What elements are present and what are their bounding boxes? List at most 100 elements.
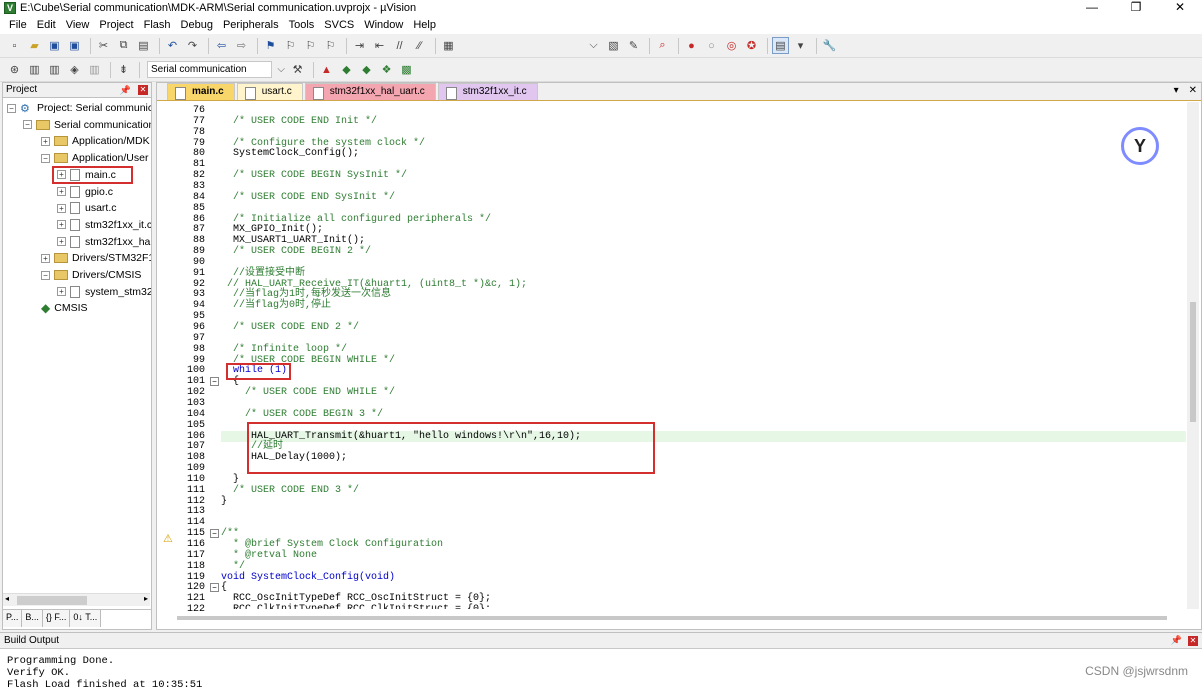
expand-icon[interactable]: + <box>57 237 66 247</box>
editor-tab-usart-c[interactable]: usart.c <box>236 83 303 100</box>
collapse-icon[interactable]: − <box>41 270 50 280</box>
tree-item[interactable]: + stm32f1xx_ha <box>57 234 150 250</box>
code-line[interactable]: //设置接受中断 <box>221 268 1186 279</box>
code-line[interactable]: RCC_ClkInitTypeDef RCC_ClkInitStruct = {… <box>221 604 1186 609</box>
code-line[interactable]: MX_GPIO_Init(); <box>221 224 1186 235</box>
restore-button[interactable]: ❐ <box>1114 0 1158 16</box>
expand-icon[interactable]: + <box>57 287 66 297</box>
tree-item[interactable]: − Serial communication <box>23 117 151 133</box>
open-folder-icon[interactable]: ▰ <box>26 37 43 54</box>
minimize-button[interactable]: — <box>1070 0 1114 16</box>
code-line[interactable]: { <box>221 376 1186 387</box>
editor-vertical-scrollbar[interactable] <box>1187 102 1199 609</box>
tree-item[interactable]: ◆ CMSIS <box>41 300 88 316</box>
configure-wrench-icon[interactable]: 🔧 <box>821 37 838 54</box>
code-line[interactable]: */ <box>221 561 1186 572</box>
editor-tab-main-c[interactable]: main.c <box>167 83 235 100</box>
code-line[interactable]: // HAL_UART_Receive_IT(&huart1, (uint8_t… <box>221 279 1186 290</box>
tree-item[interactable]: + usart.c <box>57 200 117 216</box>
redo-icon[interactable]: ↷ <box>184 37 201 54</box>
batch-build-icon[interactable]: ◈ <box>66 61 83 78</box>
code-line[interactable] <box>221 159 1186 170</box>
code-line[interactable]: /* USER CODE BEGIN WHILE */ <box>221 355 1186 366</box>
menu-item-window[interactable]: Window <box>359 19 408 31</box>
code-line[interactable]: /** <box>221 528 1186 539</box>
code-area[interactable]: /* USER CODE END Init */ /* Configure th… <box>221 102 1186 609</box>
code-line[interactable]: /* USER CODE END Init */ <box>221 116 1186 127</box>
comment-icon[interactable]: // <box>391 37 408 54</box>
copy-icon[interactable]: ⧉ <box>115 37 132 54</box>
code-line[interactable]: /* Configure the system clock */ <box>221 138 1186 149</box>
code-line[interactable]: //当flag为0时,停止 <box>221 300 1186 311</box>
collapse-icon[interactable]: − <box>41 153 50 163</box>
pin-icon[interactable]: 📌 <box>1171 633 1182 648</box>
target-select[interactable]: Serial communication <box>147 61 285 78</box>
undo-icon[interactable]: ↶ <box>164 37 181 54</box>
fold-toggle-icon[interactable]: − <box>210 377 219 387</box>
code-line[interactable]: /* USER CODE BEGIN SysInit */ <box>221 170 1186 181</box>
code-line[interactable] <box>221 105 1186 116</box>
tree-item[interactable]: + stm32f1xx_it.c <box>57 217 151 233</box>
scroll-left-icon[interactable]: ◂ <box>5 594 9 603</box>
code-line[interactable]: * @brief System Clock Configuration <box>221 539 1186 550</box>
close-button[interactable]: ✕ <box>1158 0 1202 16</box>
expand-icon[interactable]: + <box>57 203 66 213</box>
tree-item[interactable]: + Drivers/STM32F1x <box>41 250 151 266</box>
indent-icon[interactable]: ⇥ <box>351 37 368 54</box>
tab-list-icon[interactable]: ▾ <box>1174 85 1179 96</box>
tree-item[interactable]: + system_stm32 <box>57 284 151 300</box>
breakpoint-insert-icon[interactable]: ● <box>683 37 700 54</box>
project-panel-tab[interactable]: {} F... <box>42 610 71 627</box>
collapse-icon[interactable]: − <box>7 103 16 113</box>
tree-item[interactable]: − ⚙ Project: Serial communic <box>7 100 151 116</box>
code-line[interactable] <box>221 127 1186 138</box>
find-icon[interactable]: ▧ <box>605 37 622 54</box>
menu-item-view[interactable]: View <box>61 19 95 31</box>
code-line[interactable] <box>221 203 1186 214</box>
rebuild-icon[interactable]: ▥ <box>46 61 63 78</box>
editor-tab-stm32f1xx_hal_uart-c[interactable]: stm32f1xx_hal_uart.c <box>304 83 436 100</box>
fold-toggle-icon[interactable]: − <box>210 529 219 539</box>
menu-item-help[interactable]: Help <box>408 19 441 31</box>
scroll-thumb[interactable] <box>17 596 87 605</box>
software-packs-icon[interactable]: ▩ <box>398 61 415 78</box>
collapse-icon[interactable]: − <box>23 120 32 130</box>
unindent-icon[interactable]: ⇤ <box>371 37 388 54</box>
translate-icon[interactable]: ⊛ <box>6 61 23 78</box>
code-line[interactable] <box>221 517 1186 528</box>
stop-build-icon[interactable]: ▥ <box>86 61 103 78</box>
project-panel-tab[interactable]: P... <box>3 610 23 627</box>
code-line[interactable]: MX_USART1_UART_Init(); <box>221 235 1186 246</box>
menu-item-debug[interactable]: Debug <box>176 19 218 31</box>
code-line[interactable]: /* Infinite loop */ <box>221 344 1186 355</box>
dropdown-icon[interactable]: ⌵ <box>585 37 602 54</box>
close-panel-icon[interactable]: ✕ <box>1188 636 1198 646</box>
code-line[interactable]: * @retval None <box>221 550 1186 561</box>
menu-item-peripherals[interactable]: Peripherals <box>218 19 284 31</box>
bookmark-next-icon[interactable]: ⚐ <box>302 37 319 54</box>
assistant-floating-icon[interactable]: Y <box>1121 127 1159 165</box>
tree-item[interactable]: + Application/MDK <box>41 133 150 149</box>
horizontal-scroll-thumb[interactable] <box>177 616 1167 620</box>
pin-icon[interactable]: 📌 <box>120 83 131 97</box>
code-line[interactable]: } <box>221 496 1186 507</box>
code-line[interactable] <box>221 506 1186 517</box>
expand-icon[interactable]: + <box>57 187 66 196</box>
expand-icon[interactable]: + <box>41 253 50 263</box>
tree-item[interactable]: + gpio.c <box>57 184 113 200</box>
manage-rte-icon[interactable]: ◆ <box>338 61 355 78</box>
incremental-find-icon[interactable]: ✎ <box>625 37 642 54</box>
navigate-back-icon[interactable]: ⇦ <box>213 37 230 54</box>
code-line[interactable]: /* USER CODE END 3 */ <box>221 485 1186 496</box>
code-line[interactable]: /* USER CODE BEGIN 2 */ <box>221 246 1186 257</box>
bookmark-prev-icon[interactable]: ⚐ <box>282 37 299 54</box>
window-layout-dropdown-icon[interactable]: ▾ <box>792 37 809 54</box>
editor-tab-stm32f1xx_it-c[interactable]: stm32f1xx_it.c <box>437 83 538 100</box>
breakpoint-disable-all-icon[interactable]: ◎ <box>723 37 740 54</box>
fold-toggle-icon[interactable]: − <box>210 583 219 593</box>
code-line[interactable]: RCC_OscInitTypeDef RCC_OscInitStruct = {… <box>221 593 1186 604</box>
build-icon[interactable]: ▥ <box>26 61 43 78</box>
target-options-icon[interactable]: ⚒ <box>289 61 306 78</box>
save-all-icon[interactable]: ▣ <box>66 37 83 54</box>
tree-item[interactable]: − Application/User <box>41 150 148 166</box>
